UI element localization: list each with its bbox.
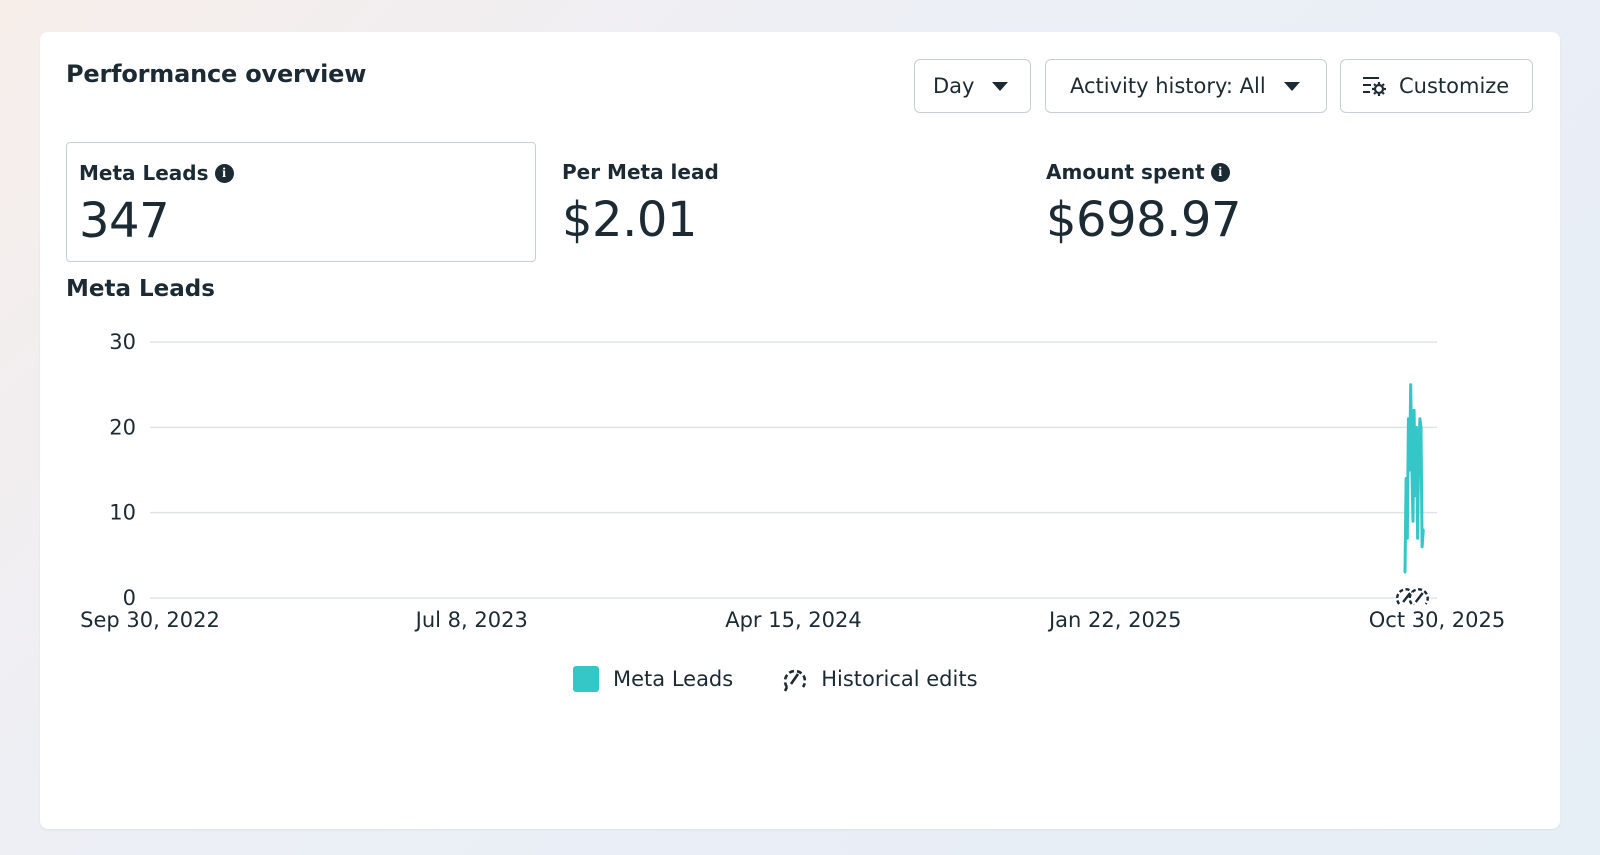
meta-leads-line-chart[interactable]: 0 10 20 30 Sep 30, 2022 Jul 8, 2023 Apr 15, 20… bbox=[40, 32, 1560, 829]
data-point[interactable] bbox=[1419, 426, 1423, 429]
data-point[interactable] bbox=[1407, 417, 1410, 420]
historical-edit-icon bbox=[783, 669, 807, 692]
data-point[interactable] bbox=[1412, 409, 1416, 412]
data-point[interactable] bbox=[1418, 417, 1422, 420]
y-tick-label: 0 bbox=[123, 586, 136, 610]
x-tick-label: Apr 15, 2024 bbox=[725, 608, 862, 632]
data-point[interactable] bbox=[1409, 383, 1412, 386]
data-point[interactable] bbox=[1404, 477, 1408, 480]
data-point[interactable] bbox=[1410, 468, 1414, 472]
legend-item-historical-edits[interactable]: Historical edits bbox=[781, 665, 978, 693]
legend-item-meta-leads[interactable]: Meta Leads bbox=[573, 666, 733, 692]
x-tick-label: Jan 22, 2025 bbox=[1047, 608, 1182, 632]
data-point[interactable] bbox=[1415, 426, 1418, 429]
performance-overview-card: Performance overview Day Activity histor… bbox=[40, 32, 1560, 829]
data-point[interactable] bbox=[1406, 537, 1409, 540]
legend-swatch bbox=[573, 666, 599, 692]
data-point[interactable] bbox=[1403, 571, 1407, 574]
x-tick-label: Jul 8, 2023 bbox=[414, 608, 528, 632]
data-point[interactable] bbox=[1411, 520, 1415, 523]
x-tick-label: Sep 30, 2022 bbox=[80, 608, 220, 632]
y-tick-label: 10 bbox=[109, 501, 136, 525]
y-tick-label: 30 bbox=[109, 330, 136, 354]
chart-legend: Meta Leads Historical edits bbox=[573, 665, 978, 693]
y-tick-label: 20 bbox=[109, 415, 136, 439]
data-point[interactable] bbox=[1414, 494, 1417, 497]
data-point[interactable] bbox=[1408, 468, 1411, 472]
data-point[interactable] bbox=[1420, 545, 1424, 548]
historical-edit-marker-icon[interactable] bbox=[1408, 588, 1429, 605]
legend-label: Meta Leads bbox=[613, 667, 734, 691]
legend-label: Historical edits bbox=[821, 667, 978, 691]
x-tick-label: Oct 30, 2025 bbox=[1369, 608, 1506, 632]
series-line-meta-leads[interactable] bbox=[1403, 383, 1425, 573]
data-point[interactable] bbox=[1417, 451, 1420, 455]
data-point[interactable] bbox=[1416, 537, 1419, 540]
data-point[interactable] bbox=[1422, 528, 1425, 531]
